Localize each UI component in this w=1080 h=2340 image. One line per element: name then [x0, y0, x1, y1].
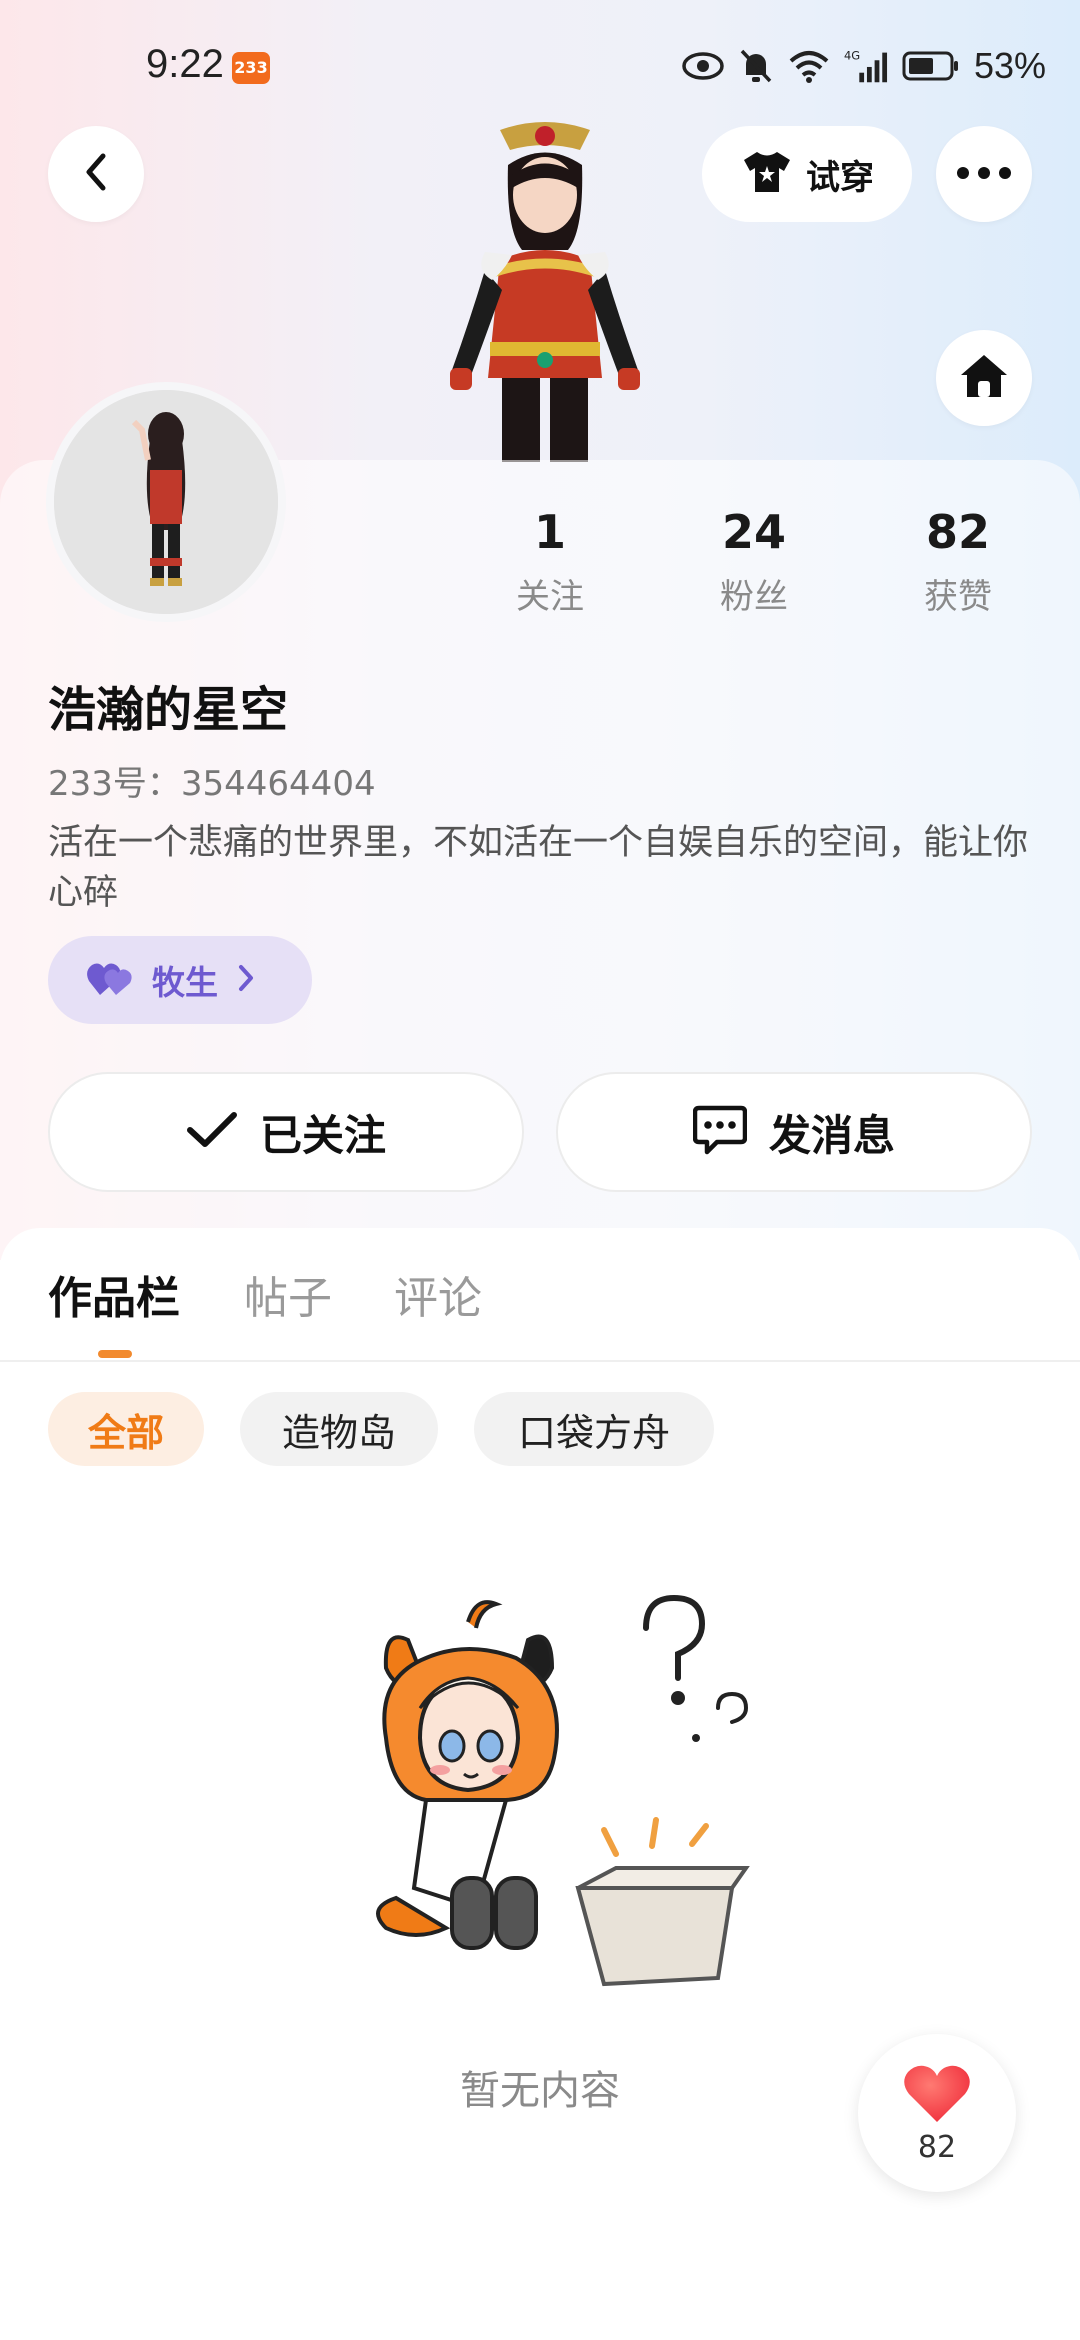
chevron-left-icon	[79, 150, 113, 198]
stat-likes-label: 获赞	[924, 577, 992, 617]
filter-pocket-ark[interactable]: 口袋方舟	[474, 1392, 714, 1466]
following-button[interactable]: 已关注	[48, 1072, 524, 1192]
more-dots-icon	[956, 165, 1012, 184]
user-id: 233号：354464404	[48, 764, 376, 804]
more-button[interactable]	[936, 126, 1032, 222]
tab-indicator	[98, 1350, 132, 1358]
filter-creation-island[interactable]: 造物岛	[240, 1392, 438, 1466]
empty-state-illustration	[356, 1588, 756, 2008]
stat-likes[interactable]: 82 获赞	[878, 505, 1038, 618]
username: 浩瀚的星空	[48, 682, 289, 738]
eye-icon	[682, 46, 724, 86]
try-on-label: 试穿	[806, 157, 874, 198]
wifi-icon	[788, 46, 830, 86]
stat-followers-label: 粉丝	[720, 577, 788, 617]
tab-works[interactable]: 作品栏	[48, 1262, 180, 1326]
avatar[interactable]	[46, 382, 286, 622]
battery-percent: 53%	[974, 45, 1047, 86]
signal-4g-icon: 4G	[844, 46, 888, 86]
battery-icon	[902, 46, 960, 86]
stat-following[interactable]: 1 关注	[470, 505, 630, 618]
tshirt-icon	[740, 149, 794, 199]
status-time: 9:22	[146, 42, 224, 86]
stat-following-count: 1	[533, 505, 566, 559]
check-icon	[186, 1110, 238, 1154]
bell-mute-icon	[738, 46, 774, 86]
heart-icon	[902, 2062, 972, 2128]
following-label: 已关注	[259, 1110, 386, 1160]
stat-following-label: 关注	[516, 577, 584, 617]
user-bio: 活在一个悲痛的世界里，不如活在一个自娱自乐的空间，能让你心碎	[48, 823, 1029, 913]
home-icon	[958, 351, 1010, 405]
stat-likes-count: 82	[925, 505, 990, 559]
status-bar: 9:22 233 4G 53%	[0, 0, 1080, 130]
send-message-label: 发消息	[768, 1110, 895, 1160]
character-figure	[430, 120, 660, 462]
status-icons: 4G 53%	[682, 44, 1046, 88]
stat-followers[interactable]: 24 粉丝	[674, 505, 834, 618]
send-message-button[interactable]: 发消息	[556, 1072, 1032, 1192]
back-button[interactable]	[48, 126, 144, 222]
app-badge: 233	[232, 52, 270, 84]
svg-text:4G: 4G	[844, 48, 860, 62]
profile-stats: 1 关注 24 粉丝 82 获赞	[470, 505, 1050, 625]
tab-comments[interactable]: 评论	[394, 1262, 482, 1326]
tab-divider	[0, 1360, 1080, 1362]
heart-pair-icon	[86, 959, 134, 1001]
filter-all[interactable]: 全部	[48, 1392, 204, 1466]
like-count: 82	[917, 2129, 957, 2165]
like-button[interactable]: 82	[858, 2034, 1016, 2192]
content-tabs: 作品栏 帖子 评论	[0, 1262, 1080, 1362]
home-button[interactable]	[936, 330, 1032, 426]
chat-bubble-icon	[692, 1104, 748, 1160]
tab-posts[interactable]: 帖子	[244, 1262, 332, 1326]
chevron-right-icon	[236, 963, 256, 997]
relationship-tag-label: 牧生	[152, 963, 218, 1002]
relationship-tag[interactable]: 牧生	[48, 936, 312, 1024]
stat-followers-count: 24	[721, 505, 786, 559]
try-on-button[interactable]: 试穿	[702, 126, 912, 222]
